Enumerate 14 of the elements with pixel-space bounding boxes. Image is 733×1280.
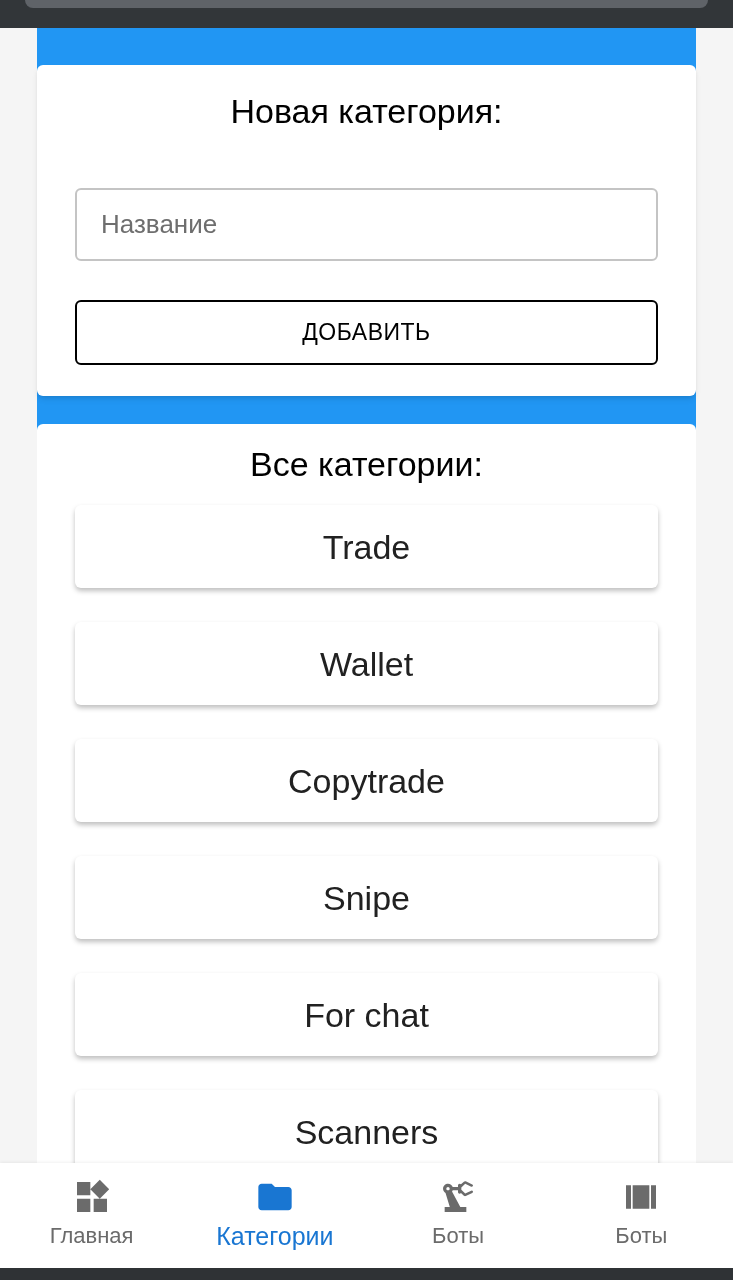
category-item[interactable]: Scanners <box>75 1090 658 1163</box>
name-input[interactable]: Название <box>75 188 658 261</box>
category-item[interactable]: Copytrade <box>75 739 658 822</box>
category-item[interactable]: For chat <box>75 973 658 1056</box>
category-item[interactable]: Trade <box>75 505 658 588</box>
add-button[interactable]: ДОБАВИТЬ <box>75 300 658 365</box>
nav-tab[interactable]: Главная <box>0 1163 184 1268</box>
nav-tab[interactable]: Категории <box>183 1163 367 1268</box>
nav-tab[interactable]: Боты <box>549 1163 733 1268</box>
card-title: Новая категория: <box>229 91 504 131</box>
category-item[interactable]: Snipe <box>75 856 658 939</box>
category-item[interactable]: Wallet <box>75 622 658 705</box>
card-title: Все категории: <box>249 444 484 484</box>
nav-tab[interactable]: Боты <box>366 1163 550 1268</box>
